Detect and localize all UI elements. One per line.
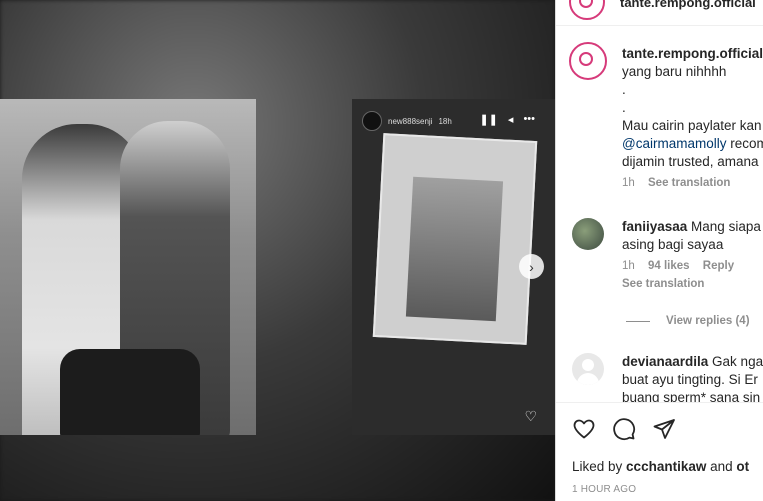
handbag bbox=[60, 349, 200, 435]
story-photo bbox=[372, 133, 538, 345]
see-translation-link[interactable]: See translation bbox=[622, 275, 763, 293]
comment-line: dijamin trusted, amana bbox=[622, 154, 759, 169]
more-icon: ••• bbox=[523, 113, 535, 125]
story-username: new888senji bbox=[388, 116, 433, 126]
comments-panel: tante.rempong.official tante.rempong.off… bbox=[555, 0, 763, 501]
story-heart-icon: ♡ bbox=[524, 408, 537, 424]
share-icon[interactable] bbox=[652, 417, 676, 441]
comment-body: devianaardila Gak nga buat ayu tingting.… bbox=[622, 353, 763, 407]
comment-username[interactable]: tante.rempong.official bbox=[622, 45, 763, 63]
comment-avatar[interactable] bbox=[572, 218, 604, 250]
comment-line: buat ayu tingting. Si Er bbox=[622, 372, 758, 387]
comment-line: yang baru nihhhh bbox=[622, 64, 727, 79]
next-arrow-button[interactable]: › bbox=[519, 254, 544, 279]
heart-icon[interactable] bbox=[572, 417, 596, 441]
story-photo-inner bbox=[405, 176, 504, 322]
comment-body: faniiyasaa Mang siapa asing bagi sayaa 1… bbox=[622, 218, 763, 293]
liked-by-text: Liked by ccchantikaw and ot bbox=[572, 459, 749, 474]
mention-link[interactable]: @cairmamamolly bbox=[622, 136, 726, 151]
comment-line: faniiyasaa Mang siapa bbox=[622, 218, 763, 236]
mute-icon: ◂ bbox=[507, 114, 514, 126]
comment-username[interactable]: devianaardila bbox=[622, 354, 708, 369]
comment-meta: 1h See translation bbox=[622, 174, 763, 192]
replies-line bbox=[626, 320, 650, 322]
header-username[interactable]: tante.rempong.official bbox=[620, 0, 756, 10]
comment-text: recom bbox=[730, 136, 763, 151]
story-header: new888senji 18h bbox=[362, 111, 452, 131]
header-avatar[interactable] bbox=[569, 0, 605, 20]
comment-text: Mang siapa bbox=[687, 219, 761, 234]
comment-username[interactable]: faniiyasaa bbox=[622, 219, 687, 234]
comment-time: 1h bbox=[622, 260, 635, 272]
liked-and: and bbox=[706, 459, 737, 474]
comment-meta: 1h 94 likes Reply bbox=[622, 257, 763, 275]
post-media: new888senji 18h ❚❚ ◂ ••• ♡ › bbox=[0, 0, 555, 501]
likes-count[interactable]: 94 likes bbox=[648, 260, 690, 272]
left-photo bbox=[0, 99, 256, 435]
story-controls: ❚❚ ◂ ••• bbox=[479, 113, 535, 126]
comment-line: @cairmamamolly recom bbox=[622, 135, 763, 153]
view-replies-label: View replies (4) bbox=[666, 315, 750, 327]
comment-line: devianaardila Gak nga bbox=[622, 353, 763, 371]
comment-line: . bbox=[622, 100, 626, 115]
reply-button[interactable]: Reply bbox=[703, 260, 734, 272]
comment-time: 1h bbox=[622, 177, 635, 189]
comment-line: asing bagi sayaa bbox=[622, 237, 724, 252]
comment-text: Gak nga bbox=[708, 354, 763, 369]
story-time: 18h bbox=[438, 116, 452, 126]
comment-avatar[interactable] bbox=[569, 42, 607, 80]
panel-header: tante.rempong.official bbox=[556, 0, 763, 26]
see-translation-link[interactable]: See translation bbox=[648, 177, 730, 189]
comment-line: . bbox=[622, 82, 626, 97]
post-time: 1 HOUR AGO bbox=[572, 484, 637, 495]
liked-others-link[interactable]: ot bbox=[736, 459, 749, 474]
comment-avatar[interactable] bbox=[572, 353, 604, 385]
pause-icon: ❚❚ bbox=[479, 114, 498, 126]
comment-line: Mau cairin paylater kan bbox=[622, 118, 762, 133]
liked-user-link[interactable]: ccchantikaw bbox=[626, 459, 706, 474]
view-replies-button[interactable]: View replies (4) bbox=[626, 315, 750, 327]
liked-prefix: Liked by bbox=[572, 459, 627, 474]
comment-icon[interactable] bbox=[612, 417, 636, 441]
comment-body: tante.rempong.official yang baru nihhhh … bbox=[622, 45, 763, 192]
action-icons bbox=[572, 417, 676, 441]
story-avatar bbox=[362, 111, 382, 131]
post-actions: Liked by ccchantikaw and ot 1 HOUR AGO bbox=[556, 402, 763, 501]
